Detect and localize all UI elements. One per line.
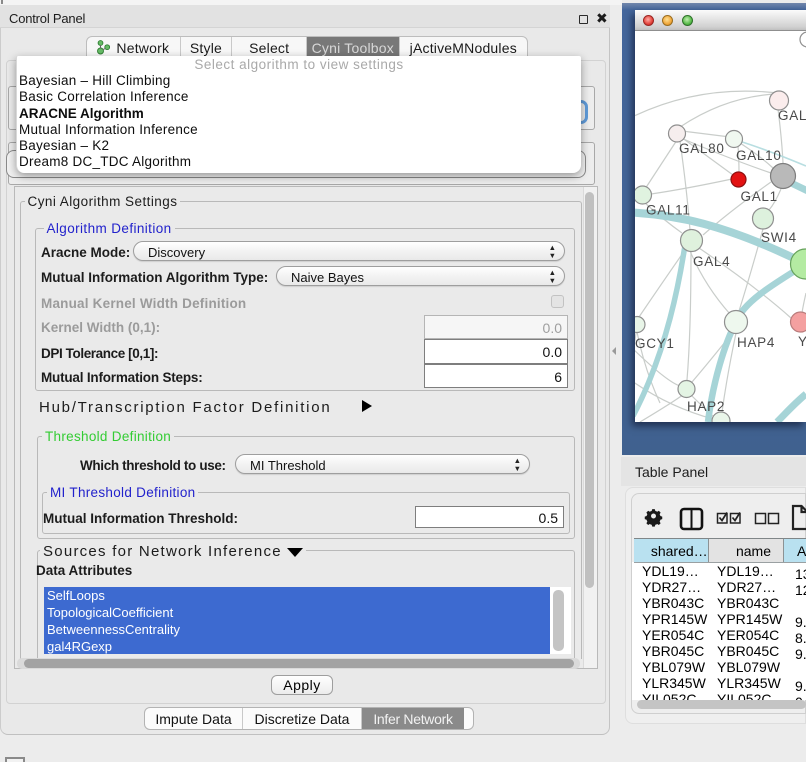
svg-text:GAL11: GAL11 <box>646 203 691 218</box>
svg-text:GAL7: GAL7 <box>778 108 806 123</box>
svg-text:GAL10: GAL10 <box>736 148 782 163</box>
svg-text:HAP2: HAP2 <box>687 399 725 414</box>
svg-text:GAL80: GAL80 <box>679 141 725 156</box>
svg-text:HAP4: HAP4 <box>737 335 775 350</box>
svg-text:GCY1: GCY1 <box>635 336 675 351</box>
svg-text:Y: Y <box>798 334 806 349</box>
svg-text:GAL1: GAL1 <box>741 189 778 204</box>
svg-text:SWI4: SWI4 <box>761 230 797 245</box>
svg-text:GAL4: GAL4 <box>693 254 730 269</box>
